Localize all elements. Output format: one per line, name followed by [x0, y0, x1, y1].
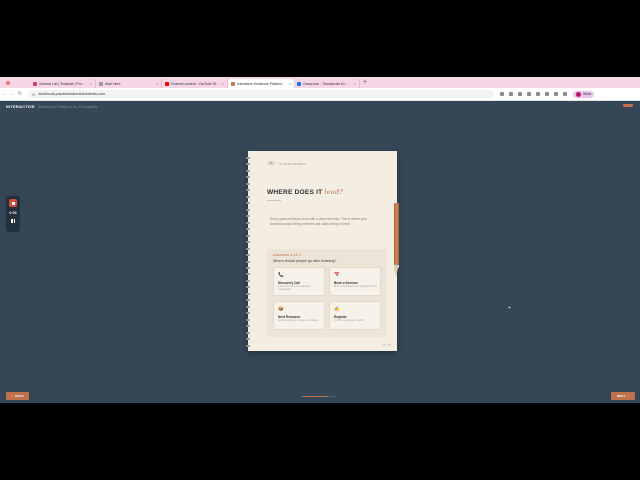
- recording-timer: 0:03: [9, 211, 17, 215]
- exercise-question: Where should people go after finishing?: [273, 259, 337, 263]
- option-description: Invite them into a free discovery conver…: [278, 286, 311, 291]
- reload-icon[interactable]: ↻: [16, 91, 24, 97]
- tab-favicon-icon: [33, 81, 37, 86]
- profile-label: Work: [583, 92, 592, 96]
- extension-icon[interactable]: [509, 92, 513, 96]
- tab-favicon-icon: [297, 81, 301, 86]
- app-header: INTERACTIVE Workbook Platform for Therapi…: [6, 104, 97, 109]
- page-progress-bar: [302, 396, 336, 397]
- page-title-accent: lead?: [324, 188, 344, 196]
- header-action-button[interactable]: [623, 104, 633, 107]
- tab-title: Interactive Workbook Platform: [237, 81, 283, 86]
- screen: General List | Template | Pro... × Start …: [0, 0, 640, 480]
- spiral-binding: [246, 157, 250, 347]
- brand-name: INTERACTIVE: [6, 104, 35, 109]
- tab-title: Channel content - YouTube Stu...: [171, 81, 220, 86]
- url-input[interactable]: ⊙ workbook.practicemanmetcontents.com: [28, 90, 494, 98]
- tab-title: Start Here: [105, 81, 121, 86]
- option-title: Next Resource: [278, 315, 301, 319]
- browser-tab-active[interactable]: Interactive Workbook Platform ×: [228, 79, 294, 88]
- stop-icon: [11, 201, 15, 205]
- option-title: Register: [334, 315, 347, 319]
- page-kicker-text: YOUR BLUEPRINT: [278, 161, 307, 166]
- stop-recording-button[interactable]: [9, 199, 17, 207]
- sidebar-icon[interactable]: [563, 92, 567, 96]
- avatar: [576, 91, 581, 97]
- next-button[interactable]: NEXT →: [611, 392, 635, 400]
- extension-icons: [500, 92, 567, 96]
- browser-tab[interactable]: Start Here ×: [96, 79, 162, 88]
- tab-title: Classroom - Therapeutic Ev...: [303, 81, 348, 86]
- pencil-decoration: [394, 203, 399, 283]
- pen-icon: ✍: [334, 306, 340, 311]
- page-number-badge: 06: [267, 161, 275, 166]
- phone-icon: 📞: [278, 272, 284, 277]
- option-description: Direct scheduling of their first appoint…: [334, 286, 377, 288]
- recording-controls: 0:03: [6, 196, 20, 232]
- tab-close-icon[interactable]: ×: [289, 81, 291, 86]
- tab-favicon-icon: [231, 81, 235, 86]
- workbook-page: 06 YOUR BLUEPRINT WHERE DOES IT lead? Ev…: [246, 151, 397, 351]
- option-card-book-session[interactable]: 📅 Book a Session Direct scheduling of th…: [329, 267, 381, 296]
- brand-subtitle: Workbook Platform for Therapists: [37, 104, 98, 109]
- option-title: Book a Session: [334, 281, 358, 285]
- pause-icon[interactable]: [11, 219, 15, 223]
- page-body-text: Every great workbook ends with a clear n…: [270, 217, 368, 226]
- profile-button[interactable]: Work: [573, 90, 595, 98]
- package-icon: 📦: [278, 306, 284, 311]
- browser-tab[interactable]: Channel content - YouTube Stu... ×: [162, 79, 228, 88]
- mouse-cursor-icon: ⌖: [508, 305, 511, 311]
- progress-fill: [302, 396, 328, 397]
- option-title: Discovery Call: [278, 281, 300, 285]
- extension-icon[interactable]: [536, 92, 540, 96]
- tab-close-icon[interactable]: ×: [354, 81, 356, 86]
- browser-tab-bar: General List | Template | Pro... × Start …: [0, 77, 640, 88]
- site-info-icon[interactable]: ⊙: [32, 92, 35, 97]
- exercise-card: EXERCISE 3 OF 3 Where should people go a…: [267, 249, 387, 337]
- option-description: Another workbook, course, or challenge: [278, 320, 319, 322]
- back-arrow-icon[interactable]: ←: [0, 91, 8, 97]
- new-tab-button[interactable]: +: [360, 78, 367, 87]
- back-button[interactable]: ← BACK: [6, 392, 29, 400]
- tab-favicon-icon: [99, 81, 103, 86]
- exercise-label: EXERCISE 3 OF 3: [273, 253, 301, 257]
- extension-icon[interactable]: [500, 92, 504, 96]
- tab-close-icon[interactable]: ×: [90, 81, 92, 86]
- page-kicker: 06 YOUR BLUEPRINT: [267, 161, 307, 166]
- page-footer: 06 / 06: [382, 343, 391, 347]
- option-card-next-resource[interactable]: 📦 Next Resource Another workbook, course…: [273, 301, 325, 330]
- browser-tab[interactable]: Classroom - Therapeutic Ev... ×: [294, 79, 360, 88]
- tab-close-icon[interactable]: ×: [222, 81, 224, 86]
- forward-arrow-icon[interactable]: →: [8, 91, 16, 97]
- extension-icon[interactable]: [527, 92, 531, 96]
- calendar-icon: 📅: [334, 272, 340, 277]
- browser-tab[interactable]: General List | Template | Pro... ×: [30, 79, 96, 88]
- tab-title: General List | Template | Pro...: [39, 81, 85, 86]
- title-divider: [267, 200, 281, 201]
- window-controls[interactable]: [0, 77, 30, 88]
- page-title: WHERE DOES IT lead?: [267, 188, 343, 196]
- workbook-app: INTERACTIVE Workbook Platform for Therapi…: [0, 101, 640, 403]
- option-card-discovery-call[interactable]: 📞 Discovery Call Invite them into a free…: [273, 267, 325, 296]
- download-icon[interactable]: [554, 92, 558, 96]
- url-text: workbook.practicemanmetcontents.com: [38, 92, 106, 96]
- page-title-main: WHERE DOES IT: [267, 189, 323, 196]
- option-description: Join the next group or waitlist: [334, 320, 364, 322]
- extension-icon[interactable]: [518, 92, 522, 96]
- tab-close-icon[interactable]: ×: [156, 81, 158, 86]
- address-bar: ← → ↻ ⊙ workbook.practicemanmetcontents.…: [0, 88, 640, 101]
- option-card-register[interactable]: ✍ Register Join the next group or waitli…: [329, 301, 381, 330]
- extension-icon[interactable]: [545, 92, 549, 96]
- tab-favicon-icon: [165, 81, 169, 86]
